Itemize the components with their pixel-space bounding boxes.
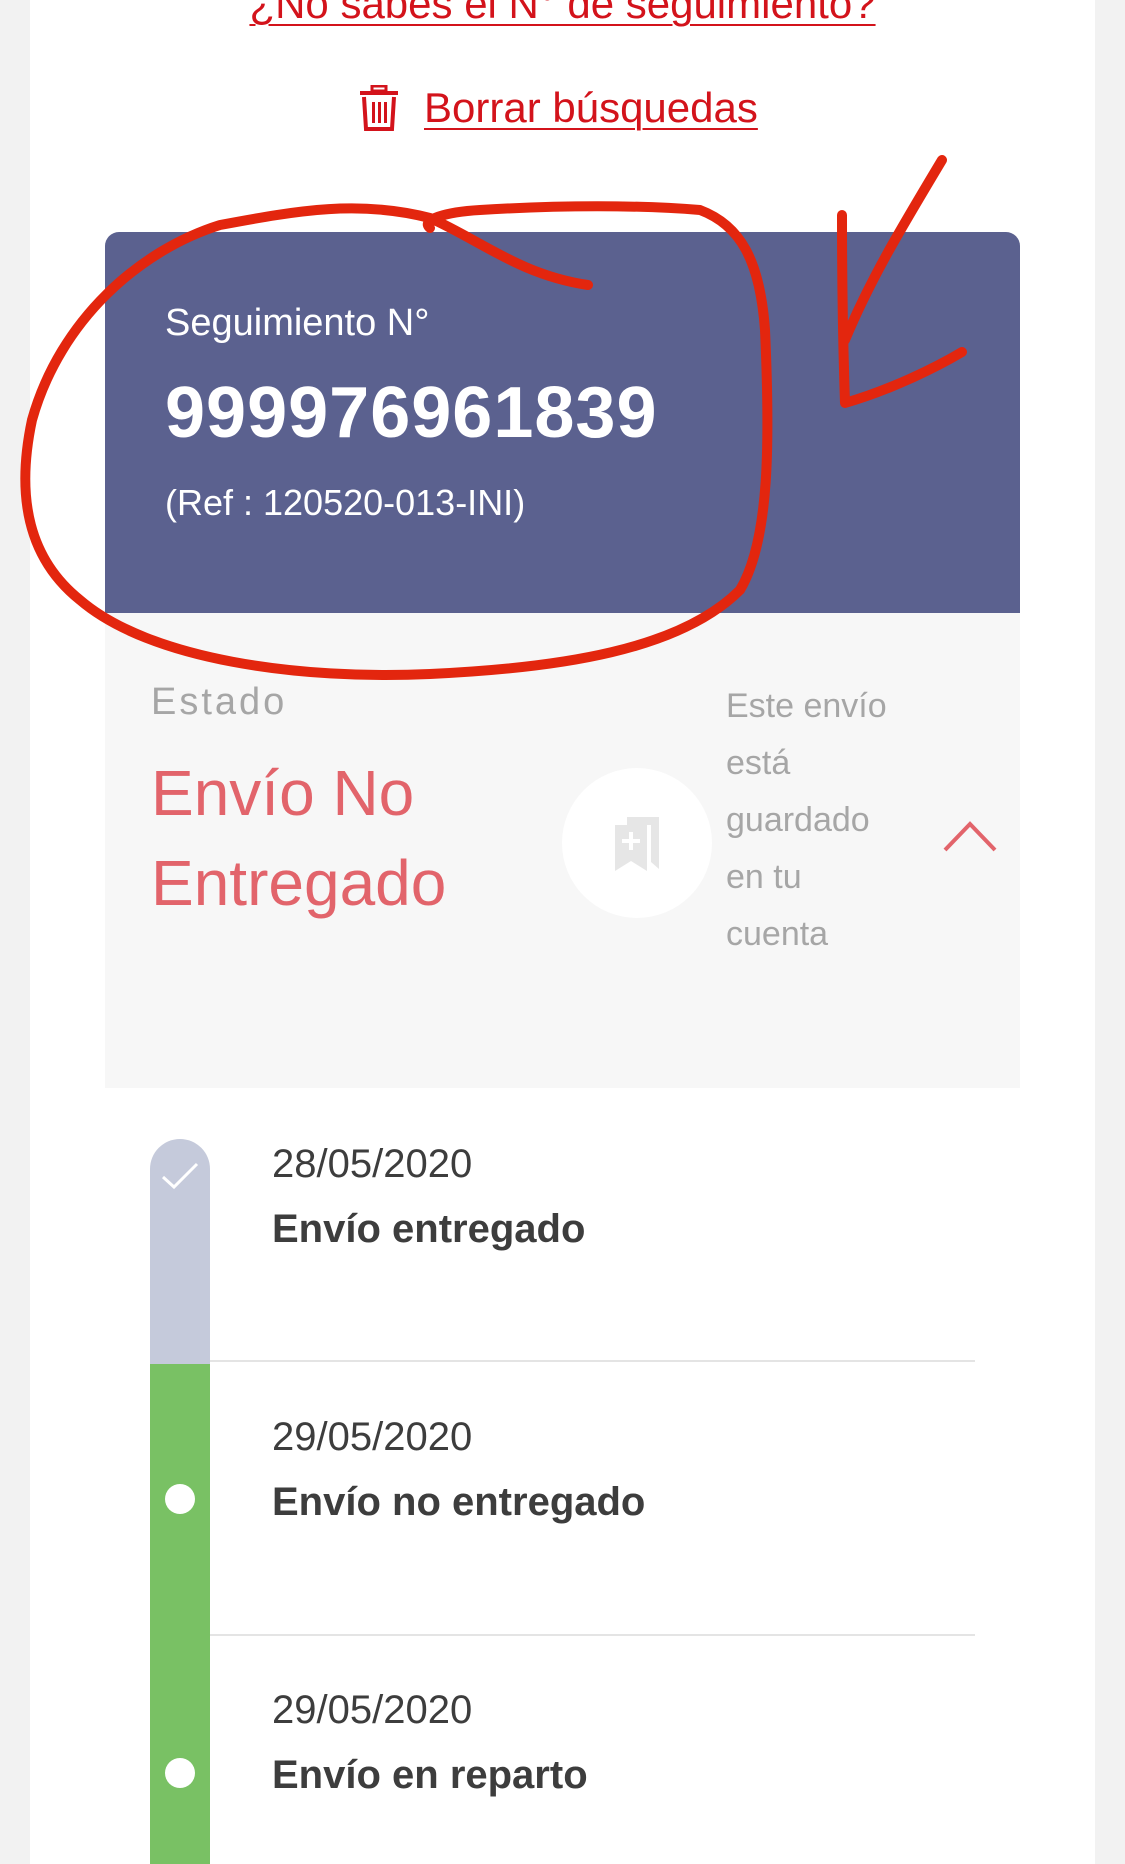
trash-icon — [360, 85, 398, 131]
timeline-segment-active — [150, 1364, 210, 1864]
status-section: Estado Envío No Entregado Este envío est… — [105, 613, 1020, 1088]
event-date: 28/05/2020 — [272, 1142, 473, 1186]
timeline-event: 29/05/2020 Envío no entregado — [272, 1415, 645, 1525]
status-label: Estado — [151, 681, 288, 723]
timeline-dot — [165, 1758, 195, 1788]
tracking-reference: (Ref : 120520-013-INI) — [165, 482, 526, 523]
bookmark-add-icon — [615, 817, 659, 871]
chevron-up-icon[interactable] — [942, 818, 998, 854]
status-value: Envío No Entregado — [151, 757, 447, 919]
event-description: Envío en reparto — [272, 1753, 588, 1797]
event-divider — [210, 1360, 975, 1362]
tracking-card-header: Seguimiento N° 999976961839 (Ref : 12052… — [105, 232, 1020, 613]
event-date: 29/05/2020 — [272, 1688, 473, 1732]
tracking-number: 999976961839 — [165, 373, 658, 453]
save-shipment-button[interactable] — [562, 768, 712, 918]
timeline-event: 28/05/2020 Envío entregado — [272, 1142, 585, 1252]
event-divider — [210, 1634, 975, 1636]
timeline-event: 29/05/2020 Envío en reparto — [272, 1688, 588, 1798]
tracking-label: Seguimiento N° — [165, 302, 430, 344]
check-icon — [161, 1162, 199, 1190]
event-date: 29/05/2020 — [272, 1415, 473, 1459]
event-description: Envío entregado — [272, 1207, 586, 1251]
unknown-tracking-link[interactable]: ¿No sabes el N° de seguimiento? — [0, 0, 1125, 28]
clear-searches-button[interactable]: Borrar búsquedas — [358, 78, 758, 138]
saved-message: Este envío está guardado en tu cuenta — [726, 687, 887, 953]
timeline-dot — [165, 1484, 195, 1514]
event-description: Envío no entregado — [272, 1480, 646, 1524]
clear-searches-label: Borrar búsquedas — [424, 84, 758, 131]
